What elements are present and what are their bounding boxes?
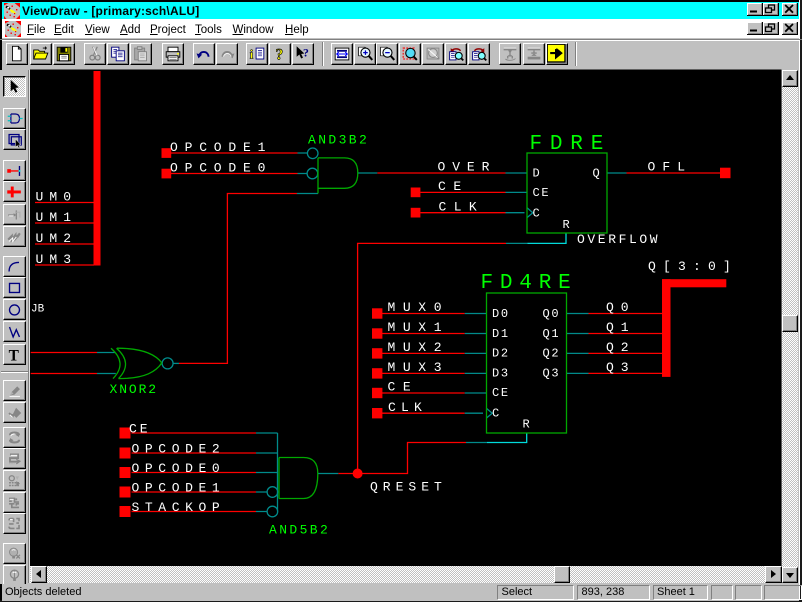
- svg-text:UM0: UM0: [36, 189, 78, 204]
- svg-text:OPCODE0: OPCODE0: [170, 160, 272, 175]
- svg-text:XNOR2: XNOR2: [110, 382, 159, 397]
- svg-text:R: R: [523, 417, 532, 431]
- svg-text:OVERFLOW: OVERFLOW: [577, 232, 660, 247]
- svg-text:CE: CE: [438, 179, 469, 194]
- svg-text:FD4RE: FD4RE: [481, 272, 578, 295]
- svg-text:FDRE: FDRE: [530, 133, 612, 156]
- svg-text:D1: D1: [492, 327, 510, 341]
- svg-text:MUX2: MUX2: [388, 340, 450, 355]
- svg-text:MUX3: MUX3: [388, 360, 450, 375]
- svg-text:MUX1: MUX1: [388, 320, 450, 335]
- svg-text:OPCODE1: OPCODE1: [170, 140, 272, 155]
- svg-text:Q: Q: [593, 167, 602, 181]
- svg-text:OPCODE0: OPCODE0: [132, 461, 226, 476]
- svg-text:UM3: UM3: [36, 252, 78, 267]
- svg-text:D2: D2: [492, 347, 510, 361]
- svg-text:R: R: [563, 218, 572, 232]
- svg-text:D0: D0: [492, 307, 510, 321]
- svg-text:OFL: OFL: [648, 160, 693, 175]
- svg-text:MUX0: MUX0: [388, 300, 450, 315]
- svg-text:CE: CE: [492, 386, 510, 400]
- svg-text:OPCODE1: OPCODE1: [132, 480, 226, 495]
- svg-text:UM1: UM1: [36, 210, 78, 225]
- svg-text:CE: CE: [388, 380, 419, 395]
- svg-text:CLK: CLK: [439, 200, 485, 215]
- svg-text:CLK: CLK: [388, 400, 427, 415]
- svg-text:AND5B2: AND5B2: [269, 522, 330, 537]
- svg-text:Q3: Q3: [543, 367, 561, 381]
- svg-text:CE: CE: [129, 421, 150, 436]
- svg-text:Q1: Q1: [543, 327, 561, 341]
- svg-text:OPCODE2: OPCODE2: [132, 441, 226, 456]
- svg-text:Q1: Q1: [606, 320, 635, 335]
- svg-text:Q3: Q3: [606, 360, 635, 375]
- svg-text:D: D: [533, 167, 542, 181]
- svg-text:AND3B2: AND3B2: [308, 133, 369, 148]
- svg-text:D3: D3: [492, 367, 510, 381]
- svg-text:QRESET: QRESET: [370, 479, 447, 494]
- svg-text:OVER: OVER: [438, 159, 497, 174]
- svg-text:Q0: Q0: [606, 300, 635, 315]
- svg-text:CE: CE: [533, 186, 551, 200]
- svg-text:Q0: Q0: [543, 307, 561, 321]
- svg-text:C: C: [492, 406, 501, 420]
- svg-text:Q[3:0]: Q[3:0]: [648, 259, 738, 274]
- svg-text:C: C: [533, 207, 542, 221]
- svg-text:STACKOP: STACKOP: [132, 500, 226, 515]
- svg-text:Q2: Q2: [543, 347, 561, 361]
- svg-text:UM2: UM2: [36, 231, 78, 246]
- svg-text:JB: JB: [31, 303, 45, 315]
- svg-text:Q2: Q2: [606, 340, 635, 355]
